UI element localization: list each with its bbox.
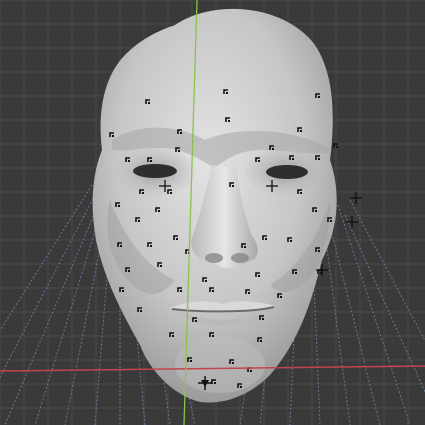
left-eye: [133, 164, 177, 178]
tracking-marker[interactable]: [315, 93, 320, 98]
projection-line: [64, 227, 105, 425]
tracking-marker[interactable]: [327, 217, 332, 222]
right-eye: [266, 165, 308, 179]
tracking-marker[interactable]: [297, 189, 302, 194]
tracking-marker[interactable]: [241, 243, 246, 248]
tracking-marker[interactable]: [259, 315, 264, 320]
projection-line: [34, 214, 101, 425]
tracking-marker[interactable]: [177, 129, 182, 134]
tracking-marker[interactable]: [202, 277, 207, 282]
tracking-marker[interactable]: [147, 157, 152, 162]
tracking-marker[interactable]: [173, 235, 178, 240]
tracking-marker[interactable]: [119, 287, 124, 292]
tracking-marker[interactable]: [297, 127, 302, 132]
tracking-marker[interactable]: [125, 157, 130, 162]
tracking-marker[interactable]: [157, 262, 162, 267]
tracking-marker[interactable]: [177, 287, 182, 292]
chin-shade: [175, 337, 265, 393]
3d-viewport[interactable]: [0, 0, 425, 425]
tracking-marker[interactable]: [277, 293, 282, 298]
tracking-marker[interactable]: [333, 143, 338, 148]
tracking-marker[interactable]: [109, 132, 114, 137]
tracking-marker[interactable]: [229, 182, 234, 187]
tracking-marker[interactable]: [155, 207, 160, 212]
tracking-marker[interactable]: [211, 379, 216, 384]
tracking-marker[interactable]: [269, 145, 274, 150]
nostril-right: [231, 253, 249, 263]
tracking-marker[interactable]: [237, 383, 242, 388]
tracking-marker[interactable]: [255, 272, 260, 277]
tracking-marker[interactable]: [137, 307, 142, 312]
tracking-marker[interactable]: [139, 189, 144, 194]
tracking-marker[interactable]: [209, 332, 214, 337]
tracking-marker[interactable]: [147, 242, 152, 247]
viewport-canvas[interactable]: [0, 0, 425, 425]
tracking-marker[interactable]: [175, 147, 180, 152]
tracking-marker[interactable]: [135, 217, 140, 222]
tracking-marker[interactable]: [192, 317, 197, 322]
tracking-marker[interactable]: [167, 189, 172, 194]
tracking-marker[interactable]: [245, 289, 250, 294]
projection-line: [0, 184, 93, 332]
tracking-marker[interactable]: [223, 89, 228, 94]
tracking-marker[interactable]: [262, 235, 267, 240]
tracking-marker[interactable]: [125, 267, 130, 272]
tracking-marker[interactable]: [257, 337, 262, 342]
tracking-marker[interactable]: [229, 359, 234, 364]
tracking-marker[interactable]: [292, 269, 297, 274]
tracking-marker[interactable]: [209, 287, 214, 292]
nostril-left: [205, 253, 223, 263]
projection-line: [329, 224, 381, 425]
projection-line: [4, 204, 99, 425]
projection-line: [344, 214, 425, 394]
tracking-marker[interactable]: [115, 202, 120, 207]
projection-line: [337, 204, 411, 425]
crosshair-marker[interactable]: [346, 216, 358, 228]
tracking-marker[interactable]: [315, 155, 320, 160]
tracking-marker[interactable]: [315, 247, 320, 252]
tracking-marker[interactable]: [312, 207, 317, 212]
tracking-marker[interactable]: [169, 332, 174, 337]
tracking-marker[interactable]: [187, 357, 192, 362]
tracking-marker[interactable]: [117, 242, 122, 247]
face-mesh[interactable]: [92, 8, 362, 403]
tracking-marker[interactable]: [289, 155, 294, 160]
tracking-marker[interactable]: [225, 117, 230, 122]
tracking-marker[interactable]: [255, 157, 260, 162]
tracking-marker[interactable]: [145, 99, 150, 104]
tracking-marker[interactable]: [287, 237, 292, 242]
